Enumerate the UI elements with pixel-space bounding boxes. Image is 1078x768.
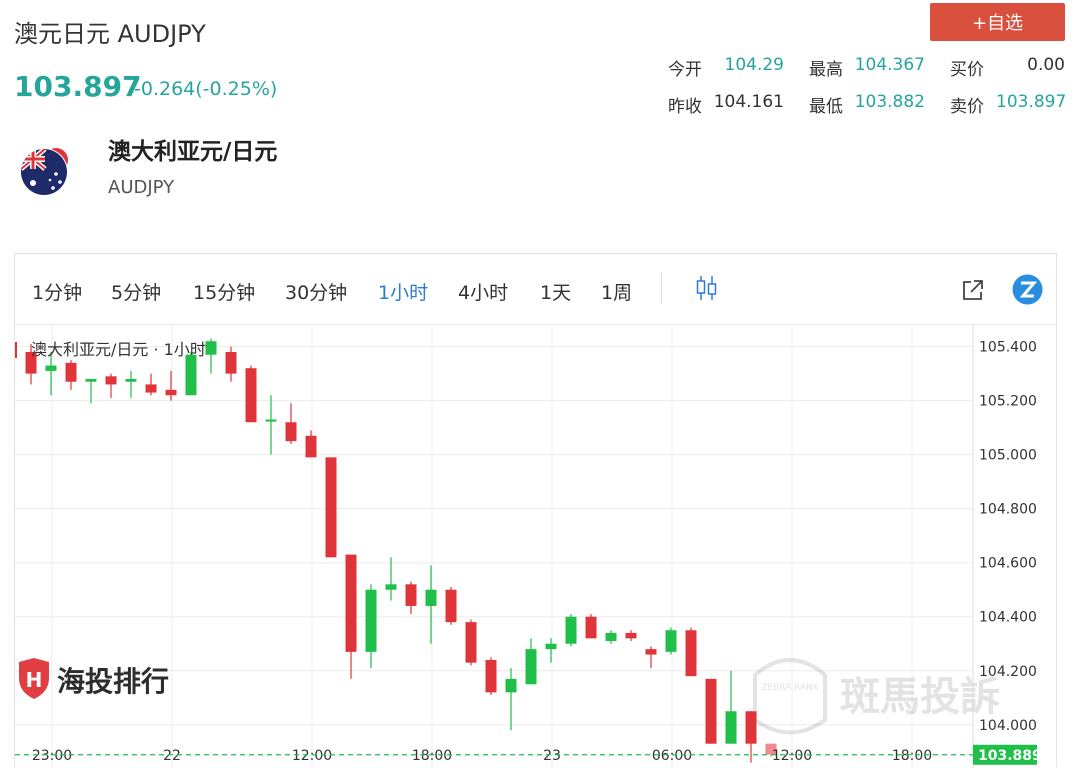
tab-1hour[interactable]: 1小时 <box>378 278 428 305</box>
candle-body <box>685 630 697 677</box>
x-tick-label: 06:00 <box>652 748 692 764</box>
open-value: 104.29 <box>724 55 784 75</box>
candle-body <box>745 711 757 744</box>
tab-1day[interactable]: 1天 <box>540 278 571 305</box>
x-tick-label: 12:00 <box>292 748 332 764</box>
watermark-left: H 海投排行 <box>19 658 169 699</box>
zebra-logo-icon[interactable] <box>1012 274 1043 309</box>
open-label: 今开 <box>668 60 702 80</box>
candle-body <box>545 643 557 650</box>
y-tick-label: 105.000 <box>979 448 1037 464</box>
y-tick-label: 104.400 <box>979 610 1037 626</box>
candle-body <box>185 354 197 396</box>
x-tick-label: 18:00 <box>412 748 452 764</box>
tab-1week[interactable]: 1周 <box>601 278 632 305</box>
svg-text:H: H <box>26 668 43 692</box>
candle-body <box>265 419 277 422</box>
candle-body <box>585 616 597 639</box>
candle-body <box>705 678 717 744</box>
x-tick-label: 12:00 <box>772 748 812 764</box>
candle-body <box>525 649 537 685</box>
tab-5min[interactable]: 5分钟 <box>111 278 161 305</box>
tab-15min[interactable]: 15分钟 <box>193 278 255 305</box>
prev-close-label: 昨收 <box>668 97 702 117</box>
candle-body <box>65 362 77 382</box>
candle-body <box>225 352 237 374</box>
candle-body <box>245 368 257 423</box>
watermark-right-badge: ZEBRA RANK <box>761 683 820 693</box>
tab-4hour[interactable]: 4小时 <box>458 278 508 305</box>
high-value: 104.367 <box>854 55 925 75</box>
ask-value: 103.897 <box>996 92 1067 112</box>
candle-body <box>645 649 657 655</box>
watermark-right-text: 斑馬投訴 <box>840 674 1000 720</box>
chart-legend: 澳大利亚元/日元 · 1小时 <box>31 340 206 359</box>
candlestick-icon[interactable] <box>696 275 718 305</box>
candle-body <box>405 584 417 606</box>
low-value: 103.882 <box>854 92 925 112</box>
low-label: 最低 <box>809 97 843 117</box>
page-title: 澳元日元 AUDJPY <box>14 20 206 48</box>
price-change: -0.264(-0.25%) <box>134 78 278 100</box>
y-tick-label: 105.400 <box>979 340 1037 356</box>
y-tick-label: 104.000 <box>979 718 1037 734</box>
candle-body <box>205 341 217 355</box>
chart-panel: 1分钟 5分钟 15分钟 30分钟 1小时 4小时 1天 1周 H 海投排行 Z… <box>14 253 1057 768</box>
legend-marker <box>15 342 17 358</box>
ask-label: 卖价 <box>950 97 984 117</box>
candle-body <box>165 389 177 396</box>
bid-value: 0.00 <box>1027 55 1065 75</box>
candle-body <box>485 659 497 693</box>
candle-body <box>145 384 157 393</box>
candle-body <box>505 678 517 693</box>
x-tick-label: 22 <box>163 748 181 764</box>
external-link-icon[interactable] <box>961 278 985 306</box>
candle-body <box>725 711 737 744</box>
x-tick-label: 23:00 <box>32 748 72 764</box>
current-price: 103.897 <box>14 70 142 103</box>
y-tick-label: 104.800 <box>979 502 1037 518</box>
candle-body <box>665 630 677 652</box>
tab-1min[interactable]: 1分钟 <box>32 278 82 305</box>
candle-body <box>465 622 477 663</box>
candle-body <box>445 589 457 623</box>
prev-close-value: 104.161 <box>713 92 784 112</box>
candle-body <box>345 554 357 652</box>
candle-body <box>605 632 617 642</box>
candle-body <box>365 589 377 652</box>
candle-body <box>285 422 297 442</box>
candle-body <box>45 365 57 371</box>
x-tick-label: 23 <box>543 748 561 764</box>
candle-body <box>385 584 397 590</box>
tab-30min[interactable]: 30分钟 <box>285 278 347 305</box>
y-tick-label: 105.200 <box>979 394 1037 410</box>
add-watchlist-button[interactable]: +自选 <box>930 3 1065 41</box>
y-tick-label: 104.600 <box>979 556 1037 572</box>
candle-body <box>565 616 577 644</box>
bid-label: 买价 <box>950 60 984 80</box>
toolbar-divider <box>661 272 662 304</box>
candle-body <box>105 376 117 385</box>
candlestick-chart: H 海投排行 ZEBRA RANK 斑馬投訴 105.400 105.200 105… <box>15 325 1042 768</box>
candle-body <box>85 379 97 382</box>
candle-body <box>425 589 437 606</box>
instrument-code: AUDJPY <box>108 177 175 198</box>
current-price-label: 103.889 <box>978 748 1042 764</box>
x-tick-label: 18:00 <box>892 748 932 764</box>
instrument-name: 澳大利亚元/日元 <box>108 139 278 165</box>
candle-body <box>325 457 337 558</box>
australia-flag-icon <box>20 142 76 198</box>
high-label: 最高 <box>809 60 843 80</box>
chart-toolbar: 1分钟 5分钟 15分钟 30分钟 1小时 4小时 1天 1周 <box>15 254 1056 325</box>
candle-body <box>125 379 137 382</box>
watermark-left-text: 海投排行 <box>57 665 169 698</box>
y-tick-label: 104.200 <box>979 664 1037 680</box>
candle-body <box>305 435 317 458</box>
candle-body <box>625 632 637 639</box>
